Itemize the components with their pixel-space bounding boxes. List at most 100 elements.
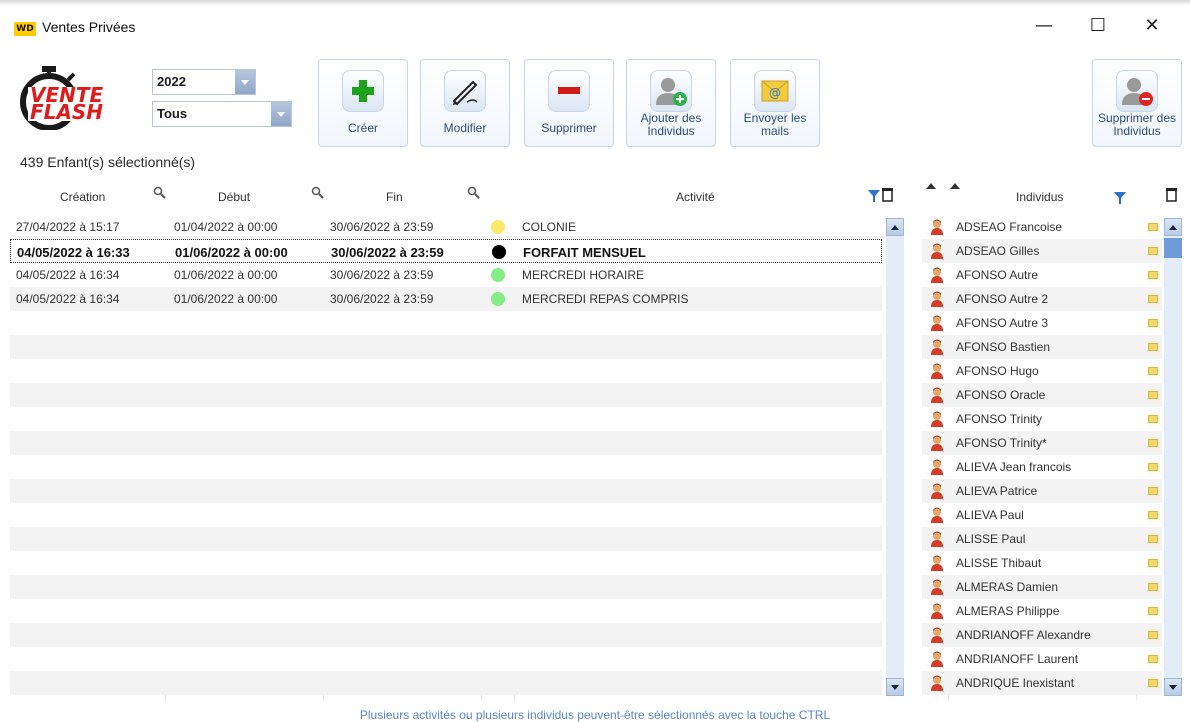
column-activite[interactable]: Activité xyxy=(676,190,715,204)
mail-icon[interactable] xyxy=(1148,223,1158,231)
scroll-down-arrow[interactable] xyxy=(886,678,904,696)
activities-scrollbar[interactable] xyxy=(886,218,904,696)
export-icon[interactable] xyxy=(882,188,894,202)
filter-icon[interactable] xyxy=(1114,192,1126,204)
column-fin[interactable]: Fin xyxy=(386,190,403,204)
selection-count: 439 Enfant(s) sélectionné(s) xyxy=(20,154,196,170)
magnifier-icon[interactable] xyxy=(311,186,325,200)
mail-icon[interactable] xyxy=(1148,367,1158,375)
table-row[interactable] xyxy=(10,527,882,551)
mail-icon[interactable] xyxy=(1148,319,1158,327)
mail-icon[interactable] xyxy=(1148,463,1158,471)
maximize-button[interactable]: ☐ xyxy=(1074,8,1122,44)
table-row[interactable] xyxy=(10,599,882,623)
mail-icon[interactable] xyxy=(1148,247,1158,255)
cell-activite: MERCREDI REPAS COMPRIS xyxy=(522,292,689,306)
list-item[interactable]: ANDRIANOFF Laurent xyxy=(922,647,1162,671)
table-row[interactable] xyxy=(10,407,882,431)
mail-icon[interactable] xyxy=(1148,631,1158,639)
list-item[interactable]: ANDRIQUE Inexistant xyxy=(922,671,1162,695)
table-row[interactable]: 04/05/2022 à 16:33 01/06/2022 à 00:00 30/0… xyxy=(10,239,882,263)
list-item[interactable]: AFONSO Hugo xyxy=(922,359,1162,383)
mail-icon[interactable] xyxy=(1148,511,1158,519)
table-row[interactable] xyxy=(10,383,882,407)
sort-up-icon[interactable] xyxy=(950,182,960,190)
scroll-up-arrow[interactable] xyxy=(1164,218,1182,236)
cell-creation: 04/05/2022 à 16:34 xyxy=(16,268,120,282)
list-item[interactable]: AFONSO Trinity xyxy=(922,407,1162,431)
category-select[interactable]: Tous xyxy=(152,101,292,127)
table-row[interactable] xyxy=(10,671,882,695)
list-item[interactable]: AFONSO Autre 2 xyxy=(922,287,1162,311)
table-row[interactable]: 04/05/2022 à 16:34 01/06/2022 à 00:00 30/0… xyxy=(10,287,882,311)
mail-icon[interactable] xyxy=(1148,271,1158,279)
table-row[interactable] xyxy=(10,431,882,455)
mail-icon[interactable] xyxy=(1148,295,1158,303)
table-row[interactable] xyxy=(10,503,882,527)
create-button[interactable]: Créer xyxy=(318,59,408,147)
list-item[interactable]: AFONSO Oracle xyxy=(922,383,1162,407)
list-item[interactable]: AFONSO Bastien xyxy=(922,335,1162,359)
delete-button[interactable]: Supprimer xyxy=(524,59,614,147)
scroll-up-arrow[interactable] xyxy=(886,218,904,236)
close-button[interactable]: ✕ xyxy=(1128,8,1176,44)
table-row[interactable]: 04/05/2022 à 16:34 01/06/2022 à 00:00 30/0… xyxy=(10,263,882,287)
table-row[interactable] xyxy=(10,551,882,575)
individuals-scrollbar[interactable] xyxy=(1164,218,1182,696)
mail-icon[interactable] xyxy=(1148,607,1158,615)
mail-icon[interactable] xyxy=(1148,343,1158,351)
list-item[interactable]: ADSEAO Gilles xyxy=(922,239,1162,263)
magnifier-icon[interactable] xyxy=(467,186,481,200)
mail-icon[interactable] xyxy=(1148,655,1158,663)
list-item[interactable]: ALISSE Paul xyxy=(922,527,1162,551)
mail-icon[interactable] xyxy=(1148,487,1158,495)
table-row[interactable] xyxy=(10,455,882,479)
list-item[interactable]: AFONSO Autre 3 xyxy=(922,311,1162,335)
add-individuals-label: Ajouter des Individus xyxy=(640,111,702,138)
person-icon xyxy=(931,555,943,571)
mail-icon[interactable] xyxy=(1148,559,1158,567)
column-creation[interactable]: Création xyxy=(60,190,105,204)
table-row[interactable] xyxy=(10,311,882,335)
column-debut[interactable]: Début xyxy=(218,190,250,204)
mail-icon[interactable] xyxy=(1148,679,1158,687)
table-row[interactable] xyxy=(10,359,882,383)
modify-button[interactable]: Modifier xyxy=(420,59,510,147)
list-item[interactable]: AFONSO Trinity* xyxy=(922,431,1162,455)
sort-up-icon[interactable] xyxy=(926,182,936,190)
list-item[interactable]: ADSEAO Francoise xyxy=(922,215,1162,239)
table-row[interactable] xyxy=(10,575,882,599)
list-item[interactable]: ALMERAS Damien xyxy=(922,575,1162,599)
remove-individuals-button[interactable]: Supprimer des Individus xyxy=(1092,59,1182,147)
list-item[interactable]: ANDRIANOFF Alexandre xyxy=(922,623,1162,647)
column-individus[interactable]: Individus xyxy=(1016,190,1063,204)
mail-icon[interactable] xyxy=(1148,391,1158,399)
chevron-down-icon[interactable] xyxy=(271,102,291,126)
list-item[interactable]: AFONSO Autre xyxy=(922,263,1162,287)
send-mails-button[interactable]: @ Envoyer les mails xyxy=(730,59,820,147)
table-row[interactable] xyxy=(10,479,882,503)
list-item[interactable]: ALIEVA Paul xyxy=(922,503,1162,527)
list-item[interactable]: ALIEVA Jean francois xyxy=(922,455,1162,479)
mail-icon[interactable] xyxy=(1148,439,1158,447)
year-select[interactable]: 2022 xyxy=(152,69,256,95)
scroll-down-arrow[interactable] xyxy=(1164,678,1182,696)
add-individuals-button[interactable]: Ajouter des Individus xyxy=(626,59,716,147)
magnifier-icon[interactable] xyxy=(153,186,167,200)
mail-icon[interactable] xyxy=(1148,535,1158,543)
list-item[interactable]: ALMERAS Philippe xyxy=(922,599,1162,623)
chevron-down-icon[interactable] xyxy=(235,70,255,94)
minimize-button[interactable]: — xyxy=(1020,8,1068,44)
mail-icon[interactable] xyxy=(1148,583,1158,591)
table-row[interactable]: 27/04/2022 à 15:17 01/04/2022 à 00:00 30/0… xyxy=(10,215,882,239)
list-item[interactable]: ALIEVA Patrice xyxy=(922,479,1162,503)
mail-icon[interactable] xyxy=(1148,415,1158,423)
filter-icon[interactable] xyxy=(868,190,880,202)
table-row[interactable] xyxy=(10,647,882,671)
individual-name: ANDRIQUE Inexistant xyxy=(956,676,1075,690)
list-item[interactable]: ALISSE Thibaut xyxy=(922,551,1162,575)
table-row[interactable] xyxy=(10,335,882,359)
export-icon[interactable] xyxy=(1166,188,1178,202)
scroll-thumb[interactable] xyxy=(1164,238,1182,258)
table-row[interactable] xyxy=(10,623,882,647)
